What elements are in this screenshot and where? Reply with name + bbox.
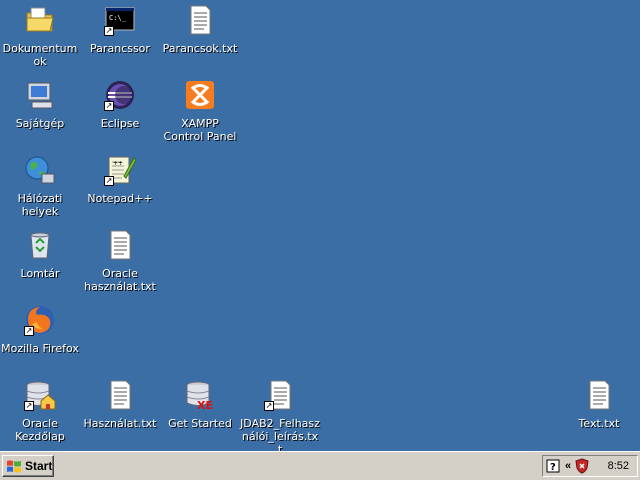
text-file-icon — [583, 379, 615, 411]
desktop-icon-label: Eclipse — [100, 117, 140, 130]
desktop-icon-label: Parancsok.txt — [162, 42, 238, 55]
svg-text:C:\_: C:\_ — [109, 14, 127, 22]
desktop-icon-label: XAMPP Control Panel — [163, 117, 237, 143]
desktop-icon-label: Text.txt — [578, 417, 620, 430]
clock[interactable]: 8:52 — [608, 460, 629, 472]
desktop-icon-dokumentumok[interactable]: Dokumentumok — [0, 2, 80, 68]
desktop-icon-label: Oracle használat.txt — [84, 267, 156, 293]
shortcut-arrow-icon: ↗ — [104, 26, 114, 36]
desktop-icon-oracle-hasznalat-txt[interactable]: Oracle használat.txt — [80, 227, 160, 293]
shortcut-arrow-icon: ↗ — [264, 401, 274, 411]
desktop-icon-eclipse[interactable]: ↗ Eclipse — [80, 77, 160, 130]
desktop-icon-get-started[interactable]: XE Get Started — [160, 377, 240, 430]
desktop-icon-parancsok-txt[interactable]: Parancsok.txt — [160, 2, 240, 55]
text-file-icon: ↗ — [264, 379, 296, 411]
desktop-icon-text-txt[interactable]: Text.txt — [559, 377, 639, 430]
shortcut-arrow-icon: ↗ — [104, 101, 114, 111]
desktop: Dokumentumok C:\_ ↗ Parancssor Parancsok… — [0, 0, 640, 456]
desktop-icon-mozilla-firefox[interactable]: ↗ Mozilla Firefox — [0, 302, 80, 355]
tray-collapse-button[interactable]: « — [565, 460, 571, 472]
desktop-icon-lomtar[interactable]: Lomtár — [0, 227, 80, 280]
desktop-icon-notepad-plus-plus[interactable]: ++ ↗ Notepad++ — [80, 152, 160, 205]
shortcut-arrow-icon: ↗ — [24, 401, 34, 411]
svg-text:XE: XE — [197, 399, 213, 411]
desktop-icon-label: Hálózati helyek — [17, 192, 63, 218]
text-file-icon — [104, 379, 136, 411]
desktop-icon-xampp-control-panel[interactable]: XAMPP Control Panel — [160, 77, 240, 143]
desktop-icon-label: Lomtár — [20, 267, 60, 280]
start-button[interactable]: Start — [2, 455, 54, 477]
database-xe-icon: XE — [184, 379, 216, 412]
security-shield-icon[interactable] — [574, 458, 590, 474]
start-label: Start — [25, 459, 53, 473]
database-home-icon: ↗ — [24, 379, 56, 411]
desktop-icon-label: Get Started — [168, 417, 232, 430]
desktop-icon-parancssor[interactable]: C:\_ ↗ Parancssor — [80, 2, 160, 55]
desktop-icon-label: Sajátgép — [15, 117, 65, 130]
desktop-icon-sajatgep[interactable]: Sajátgép — [0, 77, 80, 130]
recycle-bin-icon — [24, 229, 56, 261]
desktop-icon-oracle-kezdolap[interactable]: ↗ Oracle Kezdőlap — [0, 377, 80, 443]
shortcut-arrow-icon: ↗ — [104, 176, 114, 186]
desktop-icon-label: Notepad++ — [87, 192, 153, 205]
svg-text:?: ? — [550, 462, 556, 473]
firefox-icon: ↗ — [24, 304, 56, 336]
help-icon[interactable]: ? — [546, 458, 562, 474]
my-computer-icon — [24, 79, 56, 111]
desktop-icon-hasznalat-txt[interactable]: Használat.txt — [80, 377, 160, 430]
desktop-icon-label: Oracle Kezdőlap — [15, 417, 65, 443]
command-prompt-icon: C:\_ ↗ — [104, 4, 136, 36]
text-file-icon — [184, 4, 216, 36]
svg-text:++: ++ — [113, 160, 123, 167]
folder-icon — [24, 4, 56, 36]
network-places-icon — [24, 154, 56, 186]
desktop-icon-label: Használat.txt — [83, 417, 157, 430]
system-tray: ? « 8:52 — [542, 455, 638, 477]
shortcut-arrow-icon: ↗ — [24, 326, 34, 336]
desktop-icon-jdab2-felhasznaloi-leiras-txt[interactable]: ↗ JDAB2_Felhasználói_leírás.txt — [240, 377, 320, 456]
desktop-icon-label: Dokumentumok — [2, 42, 78, 68]
notepad-plus-plus-icon: ++ ↗ — [104, 154, 137, 186]
desktop-icon-label: Mozilla Firefox — [1, 342, 79, 355]
xampp-icon — [184, 79, 216, 111]
windows-logo-icon — [6, 459, 22, 473]
taskbar: Start ? « 8:52 — [0, 451, 640, 480]
text-file-icon — [104, 229, 136, 261]
eclipse-icon: ↗ — [104, 79, 136, 111]
desktop-icon-halozati-helyek[interactable]: Hálózati helyek — [0, 152, 80, 218]
desktop-icon-label: Parancssor — [90, 42, 150, 55]
